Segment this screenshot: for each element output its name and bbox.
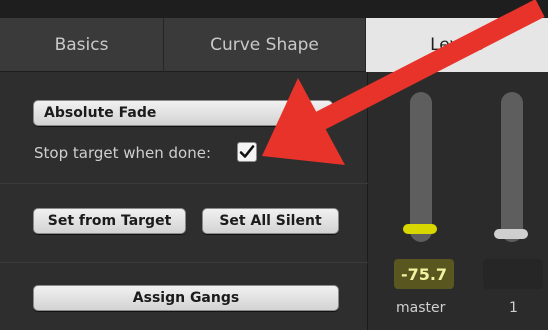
stop-target-label: Stop target when done: [34, 144, 212, 162]
fade-type-popup[interactable]: Absolute Fade [33, 100, 333, 126]
set-from-target-label: Set from Target [47, 213, 172, 229]
channel-1-level-readout[interactable] [483, 259, 543, 289]
master-fader-track[interactable] [410, 92, 432, 242]
checkmark-icon [239, 145, 255, 158]
stop-target-checkbox[interactable] [237, 142, 257, 162]
channel-1-fader-track[interactable] [501, 92, 523, 242]
set-from-target-button[interactable]: Set from Target [33, 208, 186, 234]
assign-gangs-button[interactable]: Assign Gangs [33, 285, 339, 311]
tab-levels[interactable]: Levels [366, 18, 548, 72]
master-level-readout[interactable]: -75.7 [394, 259, 454, 289]
fade-type-label: Absolute Fade [44, 105, 157, 121]
master-channel-label: master [396, 300, 446, 316]
tab-basics[interactable]: Basics [0, 18, 164, 72]
tab-bar: Basics Curve Shape Levels [0, 18, 548, 72]
channel-1-fader-handle[interactable] [494, 229, 528, 239]
levels-inspector-window: Basics Curve Shape Levels Absolute Fade … [0, 0, 548, 330]
section-divider [0, 262, 368, 263]
tab-curve-shape-label: Curve Shape [210, 35, 319, 55]
master-level-value: -75.7 [400, 264, 448, 284]
channel-1-label: 1 [509, 300, 518, 316]
set-all-silent-label: Set All Silent [219, 213, 322, 229]
section-divider [0, 183, 368, 184]
title-strip [0, 0, 548, 18]
master-fader-handle[interactable] [403, 224, 437, 234]
tab-levels-label: Levels [430, 35, 484, 55]
set-all-silent-button[interactable]: Set All Silent [202, 208, 339, 234]
tab-basics-label: Basics [54, 35, 109, 55]
assign-gangs-label: Assign Gangs [132, 290, 240, 306]
tab-curve-shape[interactable]: Curve Shape [164, 18, 366, 72]
